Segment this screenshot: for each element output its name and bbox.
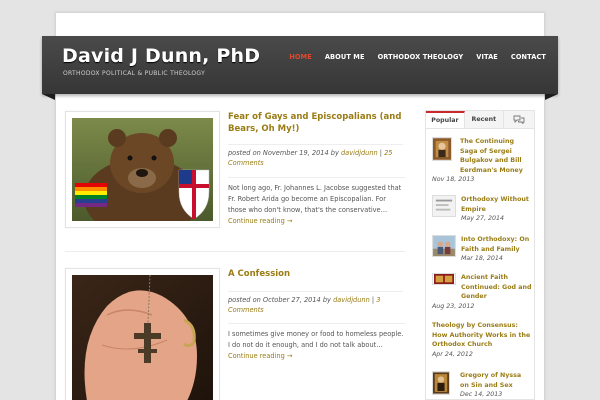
family-photo-icon	[432, 235, 456, 257]
orthodoxy-without-empire-icon	[432, 195, 456, 217]
main-nav: HOME ABOUT ME ORTHODOX THEOLOGY VITAE CO…	[289, 53, 546, 61]
post-2-continue-link[interactable]: Continue reading →	[228, 352, 292, 360]
post-1-title[interactable]: Fear of Gays and Episcopalians (and Bear…	[228, 111, 403, 135]
post-1-excerpt: Not long ago, Fr. Johannes L. Jacobse su…	[228, 177, 406, 227]
sidebar-item-3[interactable]: Into Orthodoxy: On Faith and Family Mar …	[432, 235, 532, 267]
nav-vitae[interactable]: VITAE	[476, 53, 498, 61]
bear-image	[72, 118, 213, 221]
post-1-meta: posted on November 19, 2014 by davidjdun…	[228, 144, 403, 168]
post-2-title[interactable]: A Confession	[228, 268, 403, 280]
post-2: A Confession posted on October 27, 2014 …	[65, 268, 406, 400]
comments-icon	[513, 115, 525, 124]
header-fold-right	[545, 94, 558, 100]
post-1-author-link[interactable]: davidjdunn	[341, 149, 378, 157]
nav-about-me[interactable]: ABOUT ME	[325, 53, 365, 61]
post-2-author-link[interactable]: davidjdunn	[333, 296, 370, 304]
nav-contact[interactable]: CONTACT	[511, 53, 546, 61]
post-1: Fear of Gays and Episcopalians (and Bear…	[65, 111, 406, 231]
sidebar-item-6[interactable]: Gregory of Nyssa on Sin and Sex Dec 14, …	[432, 371, 532, 400]
header-fold-left	[42, 94, 55, 100]
post-1-continue-link[interactable]: Continue reading →	[228, 217, 292, 225]
sidebar-item-5[interactable]: Theology by Consensus: How Authority Wor…	[432, 321, 532, 361]
sidebar-item-5-title[interactable]: Theology by Consensus: How Authority Wor…	[432, 321, 532, 350]
sidebar-item-1-date: Nov 18, 2013	[432, 176, 475, 183]
site-header: David J Dunn, PhD ORTHODOX POLITICAL & P…	[42, 36, 558, 94]
tab-recent[interactable]: Recent	[465, 111, 504, 128]
post-2-thumbnail[interactable]	[65, 268, 220, 400]
post-1-date: November 19, 2014	[262, 149, 329, 157]
bear-photo-icon	[72, 118, 213, 221]
post-2-meta: posted on October 27, 2014 by davidjdunn…	[228, 291, 403, 315]
sidebar-item-4-date: Aug 23, 2012	[432, 302, 475, 310]
sidebar-item-4[interactable]: Ancient Faith Continued: God and Gender …	[432, 273, 532, 311]
post-2-date: October 27, 2014	[262, 296, 321, 304]
sidebar-item-5-date: Apr 24, 2012	[432, 350, 473, 358]
hand-cross-image	[72, 275, 213, 400]
bulgakov-icon	[432, 137, 452, 161]
tab-popular[interactable]: Popular	[426, 111, 465, 128]
post-2-excerpt: I sometimes give money or food to homele…	[228, 323, 406, 362]
ancient-faith-icon	[432, 273, 456, 285]
gregory-icon	[432, 371, 450, 395]
nav-home[interactable]: HOME	[289, 53, 312, 61]
nav-orthodox-theology[interactable]: ORTHODOX THEOLOGY	[378, 53, 464, 61]
sidebar-tabs: Popular Recent	[426, 111, 534, 129]
post-1-thumbnail[interactable]	[65, 111, 220, 228]
rainbow-flag	[75, 183, 107, 207]
sidebar-item-1[interactable]: The Continuing Saga of Sergei Bulgakov a…	[432, 137, 532, 187]
site-tagline: ORTHODOX POLITICAL & PUBLIC THEOLOGY	[63, 70, 206, 77]
sidebar-widget: Popular Recent The Continuing Saga of Se…	[425, 110, 535, 400]
post-separator	[65, 251, 405, 252]
tab-comments[interactable]	[504, 111, 534, 128]
sidebar-item-2[interactable]: Orthodoxy Without Empire May 27, 2014	[432, 195, 532, 225]
hand-cross-photo-icon	[72, 275, 213, 400]
site-title[interactable]: David J Dunn, PhD	[62, 45, 260, 67]
